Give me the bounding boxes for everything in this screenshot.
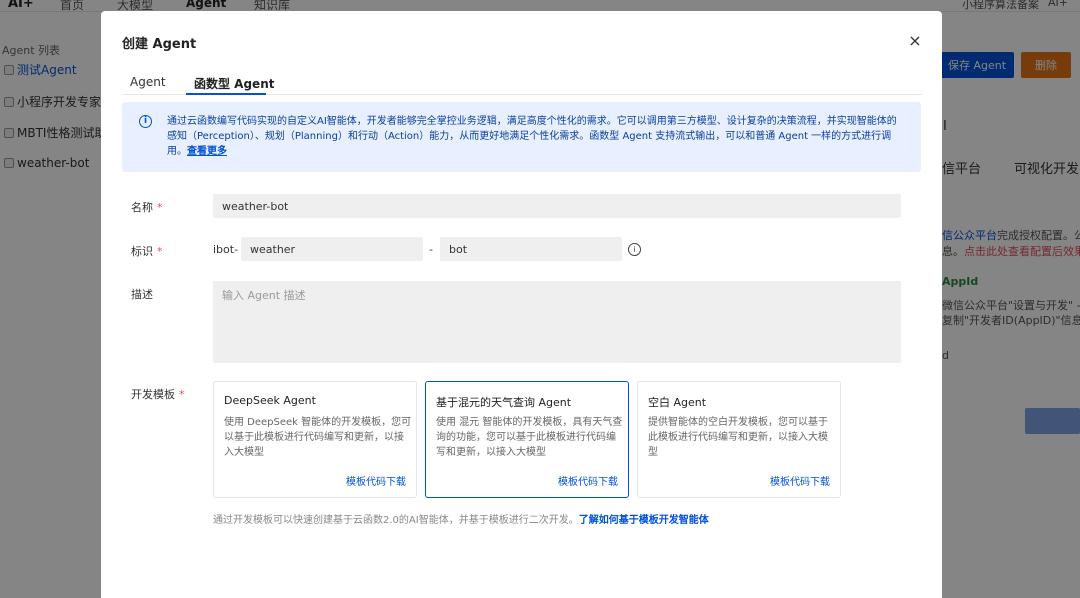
template-card-blank[interactable]: 空白 Agent 提供智能体的空白开发模板，您可以基于此模板进行代码编写和更新，… xyxy=(637,381,841,498)
learn-more-link[interactable]: 查看更多 xyxy=(187,146,227,157)
card-title: 空白 Agent xyxy=(648,396,707,409)
download-template-link[interactable]: 模板代码下载 xyxy=(346,473,406,488)
info-icon: i xyxy=(139,115,152,128)
description-label: 描述 xyxy=(131,288,153,301)
template-guide-link[interactable]: 了解如何基于模板开发智能体 xyxy=(579,515,709,526)
identifier-label: 标识 * xyxy=(131,245,163,258)
name-label: 名称 * xyxy=(131,201,163,214)
download-template-link[interactable]: 模板代码下载 xyxy=(558,473,618,488)
identifier-separator: - xyxy=(429,243,433,256)
name-input[interactable]: weather-bot xyxy=(213,194,901,218)
active-tab-indicator xyxy=(186,93,266,95)
tab-agent[interactable]: Agent xyxy=(130,75,166,89)
card-title: DeepSeek Agent xyxy=(224,394,316,407)
close-icon[interactable]: × xyxy=(907,33,923,49)
card-description: 使用 混元 智能体的开发模板，具有天气查询的功能，您可以基于此模板进行代码编写和… xyxy=(436,417,623,458)
template-label: 开发模板 * xyxy=(131,388,185,401)
description-textarea[interactable]: 输入 Agent 描述 xyxy=(213,281,901,363)
template-card-deepseek[interactable]: DeepSeek Agent 使用 DeepSeek 智能体的开发模板，您可以基… xyxy=(213,381,417,498)
identifier-part1-input[interactable]: weather xyxy=(241,237,423,261)
template-hint: 通过开发模板可以快速创建基于云函数2.0的AI智能体，并基于模板进行二次开发。了… xyxy=(213,515,709,526)
tab-function-agent[interactable]: 函数型 Agent xyxy=(194,75,274,92)
card-description: 使用 DeepSeek 智能体的开发模板，您可以基于此模板进行代码编写和更新，以… xyxy=(224,417,412,458)
help-icon[interactable]: i xyxy=(628,243,641,256)
info-banner: i 通过云函数编写代码实现的自定义AI智能体，开发者能够完全掌控业务逻辑，满足高… xyxy=(122,102,921,172)
card-title: 基于混元的天气查询 Agent xyxy=(436,396,572,409)
download-template-link[interactable]: 模板代码下载 xyxy=(770,473,830,488)
template-card-hunyuan-weather[interactable]: 基于混元的天气查询 Agent 使用 混元 智能体的开发模板，具有天气查询的功能… xyxy=(425,381,629,498)
agent-type-tabs: Agent 函数型 Agent xyxy=(122,69,922,95)
required-mark: * xyxy=(157,245,163,258)
info-text: 通过云函数编写代码实现的自定义AI智能体，开发者能够完全掌控业务逻辑，满足高度个… xyxy=(167,116,897,157)
required-mark: * xyxy=(157,201,163,214)
identifier-prefix: ibot- xyxy=(213,243,239,256)
identifier-part2-input[interactable]: bot xyxy=(440,237,622,261)
create-agent-dialog: 创建 Agent × Agent 函数型 Agent i 通过云函数编写代码实现… xyxy=(101,11,942,598)
dialog-title: 创建 Agent xyxy=(122,37,197,52)
required-mark: * xyxy=(179,388,185,401)
card-description: 提供智能体的空白开发模板，您可以基于此模板进行代码编写和更新，以接入大模型 xyxy=(648,417,828,458)
